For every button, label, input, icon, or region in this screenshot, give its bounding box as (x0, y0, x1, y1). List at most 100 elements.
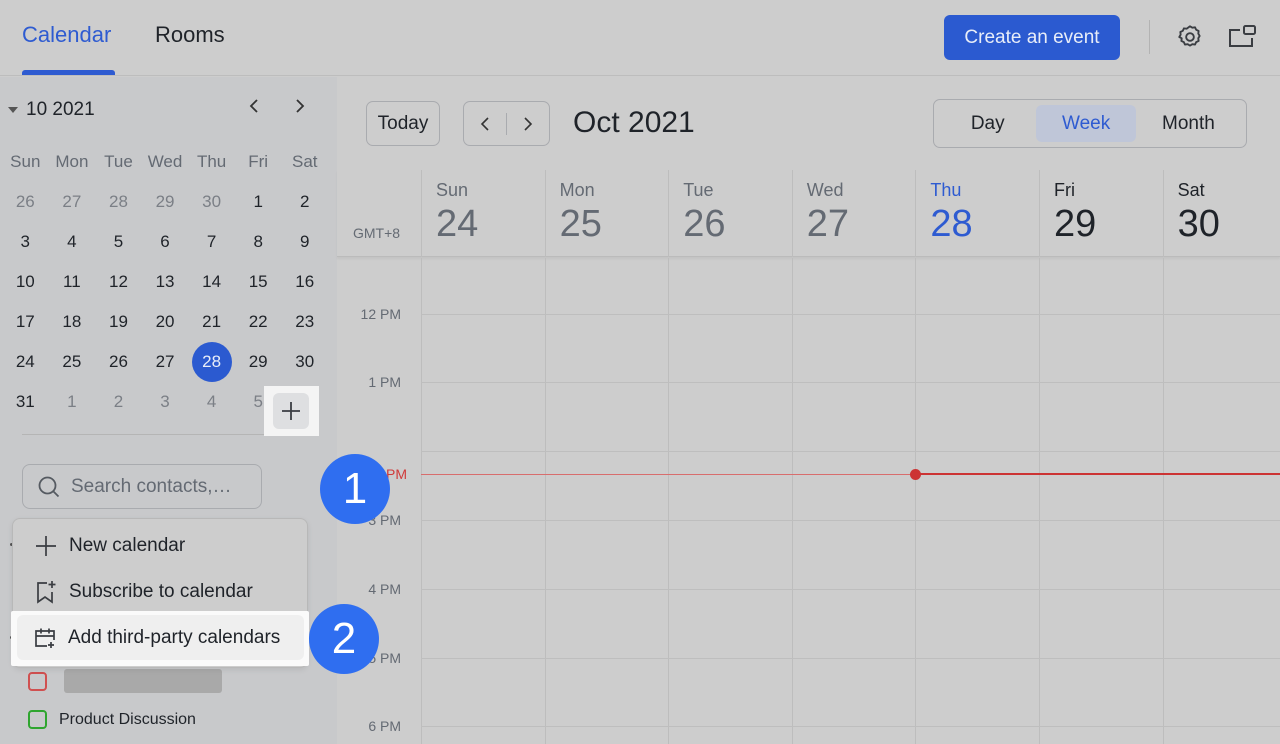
day-number: 7 (206, 232, 217, 251)
mini-calendar-day[interactable]: 23 (281, 302, 328, 342)
mini-calendar-day[interactable]: 29 (142, 182, 189, 222)
hour-line (421, 451, 1280, 453)
day-number: 30 (202, 192, 222, 211)
mini-calendar-week: 17 18 19 20 21 22 23 (2, 302, 328, 342)
weekday-label: Thu (196, 152, 227, 171)
calendar-list-item[interactable]: Product Discussion (28, 710, 196, 729)
mini-calendar-day[interactable]: 9 (281, 222, 328, 262)
mini-calendar-day[interactable]: 15 (235, 262, 282, 302)
calendar-checkbox[interactable] (28, 671, 47, 691)
today-button[interactable]: Today (366, 101, 440, 146)
mini-calendar-day[interactable]: 26 (95, 342, 142, 382)
next-week-button[interactable] (507, 102, 549, 145)
day-number: 1 (253, 192, 263, 211)
day-header-sat[interactable]: Sat 30 (1162, 170, 1280, 257)
day-column-divider (421, 258, 422, 744)
calendar-list-item[interactable] (28, 669, 222, 693)
search-input[interactable] (71, 475, 251, 498)
day-header-fri[interactable]: Fri 29 (1039, 170, 1163, 257)
mini-calendar-day[interactable]: 2 (281, 182, 328, 222)
view-day[interactable]: Day (939, 105, 1036, 142)
view-month[interactable]: Month (1136, 105, 1241, 142)
current-time-dot (909, 468, 921, 480)
calendar-name: Product Discussion (59, 710, 196, 728)
mini-calendar-day[interactable]: 8 (235, 222, 282, 262)
mini-calendar-day[interactable]: 22 (235, 302, 282, 342)
day-header-sun[interactable]: Sun 24 (421, 170, 545, 257)
menu-item-subscribe-calendar[interactable]: Subscribe to calendar (13, 569, 309, 615)
menu-item-label: Add third-party calendars (68, 626, 281, 648)
mini-calendar-day[interactable]: 29 (235, 342, 282, 382)
mini-calendar-day[interactable]: 4 (49, 222, 96, 262)
mini-calendar-day[interactable]: 6 (142, 222, 189, 262)
day-number: 27 (62, 192, 82, 211)
mini-calendar-day[interactable]: 28 (95, 182, 142, 222)
mini-calendar-week: 26 27 28 29 30 1 2 (2, 182, 328, 222)
mini-calendar-day[interactable]: 13 (142, 262, 189, 302)
day-header-thu[interactable]: Thu 28 (915, 170, 1039, 257)
mini-calendar-prev-button[interactable] (242, 97, 266, 120)
time-grid[interactable]: 12 PM1 PM3 PM4 PM5 PM6 PM2:20 PM (337, 258, 1280, 744)
mini-calendar-month-selector[interactable]: 10 2021 (8, 99, 95, 121)
prev-week-button[interactable] (464, 102, 506, 145)
mini-calendar-day[interactable]: 21 (188, 302, 235, 342)
menu-item-new-calendar[interactable]: New calendar (13, 523, 309, 569)
calendar-checkbox[interactable] (28, 710, 47, 729)
calendar-plus-icon (35, 628, 55, 648)
mini-calendar-day[interactable]: 10 (2, 262, 49, 302)
settings-button[interactable] (1175, 22, 1205, 52)
mini-calendar-day[interactable]: 31 (2, 382, 49, 422)
view-week[interactable]: Week (1036, 105, 1136, 142)
mini-calendar-day[interactable]: 26 (2, 182, 49, 222)
mini-calendar-day[interactable]: 5 (95, 222, 142, 262)
day-header-tue[interactable]: Tue 26 (668, 170, 792, 257)
mini-calendar-day-selected[interactable]: 28 (188, 342, 235, 382)
mini-calendar-day[interactable]: 3 (2, 222, 49, 262)
mini-calendar-day[interactable]: 7 (188, 222, 235, 262)
day-number: 30 (295, 352, 315, 371)
mini-calendar-day[interactable]: 30 (281, 342, 328, 382)
hour-line (421, 519, 1280, 521)
menu-item-add-third-party-calendars[interactable]: Add third-party calendars (17, 615, 304, 660)
mini-calendar-day[interactable]: 2 (95, 382, 142, 422)
mini-calendar-day[interactable]: 11 (49, 262, 96, 302)
day-name: Fri (1054, 180, 1075, 200)
add-calendar-button[interactable] (273, 393, 309, 429)
hour-line (421, 588, 1280, 590)
day-date: 27 (806, 203, 850, 245)
mini-calendar-day[interactable]: 14 (188, 262, 235, 302)
menu-item-label: Subscribe to calendar (69, 581, 253, 602)
mini-calendar-day[interactable]: 27 (49, 182, 96, 222)
day-header-wed[interactable]: Wed 27 (791, 170, 916, 257)
create-event-button[interactable]: Create an event (944, 15, 1120, 60)
mini-calendar-day[interactable]: 27 (142, 342, 189, 382)
hour-line (421, 382, 1280, 384)
mini-calendar-day[interactable]: 18 (49, 302, 96, 342)
mini-calendar-day[interactable]: 20 (142, 302, 189, 342)
contact-search-box[interactable] (22, 464, 262, 509)
day-date: 25 (559, 203, 602, 245)
weekday-label: Mon (55, 152, 89, 171)
mini-calendar-grid: Sun Mon Tue Wed Thu Fri Sat 26 27 28 29 30 1 2 3 4 5 6 7 8… (2, 142, 328, 422)
day-number: 26 (108, 352, 128, 371)
mini-calendar-day[interactable]: 3 (142, 382, 189, 422)
mini-calendar-day[interactable]: 19 (95, 302, 142, 342)
mini-calendar-day[interactable]: 17 (2, 302, 49, 342)
mini-calendar-day[interactable]: 12 (95, 262, 142, 302)
mini-calendar-day[interactable]: 16 (281, 262, 328, 302)
day-header-mon[interactable]: Mon 25 (544, 170, 669, 257)
mini-calendar-day[interactable]: 30 (188, 182, 235, 222)
mini-calendar-day[interactable]: 25 (49, 342, 96, 382)
day-number: 23 (295, 312, 315, 331)
mini-calendar-day[interactable]: 24 (2, 342, 49, 382)
mini-calendar-day[interactable]: 1 (49, 382, 96, 422)
day-date: 28 (930, 203, 973, 245)
tab-calendar[interactable]: Calendar (22, 22, 111, 48)
popout-window-button[interactable] (1227, 22, 1257, 52)
mini-calendar-next-button[interactable] (288, 97, 312, 120)
tab-rooms[interactable]: Rooms (155, 22, 225, 48)
menu-item-label: New calendar (69, 535, 186, 556)
mini-calendar-day[interactable]: 1 (235, 182, 282, 222)
mini-calendar-day[interactable]: 4 (188, 382, 235, 422)
weekday-label: Sat (291, 152, 318, 171)
